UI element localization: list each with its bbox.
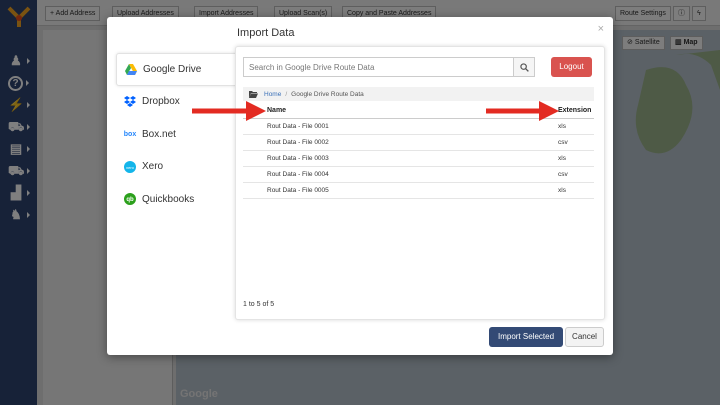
file-name: Rout Data - File 0003	[243, 150, 558, 167]
svg-text:qb: qb	[126, 197, 134, 203]
provider-label: Box.net	[142, 128, 176, 140]
folder-open-icon	[249, 90, 258, 98]
provider-label: Dropbox	[142, 96, 180, 108]
file-extension: xls	[558, 182, 594, 199]
search-input[interactable]	[243, 57, 513, 77]
provider-label: Xero	[142, 161, 164, 173]
close-icon[interactable]: ×	[598, 23, 604, 35]
import-data-modal: Import Data × Google Drive Dropbox box B…	[107, 17, 613, 355]
dropbox-icon	[124, 96, 136, 108]
modal-title: Import Data	[237, 27, 295, 39]
breadcrumb-current: Google Drive Route Data	[291, 90, 364, 98]
breadcrumb: Home / Google Drive Route Data	[243, 87, 594, 101]
provider-xero[interactable]: xero Xero	[116, 151, 238, 184]
provider-label: Google Drive	[143, 63, 202, 75]
search-icon	[519, 62, 529, 72]
table-row[interactable]: Rout Data - File 0003 xls	[243, 150, 594, 167]
file-extension: csv	[558, 134, 594, 151]
search-button[interactable]	[513, 57, 535, 77]
pagination-summary: 1 to 5 of 5	[243, 301, 275, 308]
extension-column-header[interactable]: Extension	[558, 104, 594, 119]
svg-text:xero: xero	[126, 165, 135, 170]
logout-button[interactable]: Logout	[551, 57, 592, 77]
file-extension: xls	[558, 118, 594, 135]
table-row[interactable]: Rout Data - File 0005 xls	[243, 182, 594, 199]
provider-box-net[interactable]: box Box.net	[116, 118, 238, 151]
file-browser-panel: Logout Home / Google Drive Route Data Na…	[235, 46, 605, 320]
file-extension: xls	[558, 150, 594, 167]
file-name: Rout Data - File 0002	[243, 134, 558, 151]
breadcrumb-home-link[interactable]: Home	[264, 91, 281, 98]
annotation-arrow-extension	[486, 101, 559, 121]
provider-label: Quickbooks	[142, 193, 195, 205]
provider-quickbooks[interactable]: qb Quickbooks	[116, 183, 238, 216]
file-name: Rout Data - File 0004	[243, 166, 558, 183]
annotation-arrow-name	[192, 101, 266, 121]
quickbooks-icon: qb	[124, 193, 136, 206]
file-name: Rout Data - File 0005	[243, 182, 558, 199]
provider-list: Google Drive Dropbox box Box.net xero Xe…	[116, 53, 238, 216]
import-selected-button[interactable]: Import Selected	[489, 327, 563, 347]
cancel-button[interactable]: Cancel	[565, 327, 604, 347]
breadcrumb-separator: /	[285, 90, 288, 98]
google-drive-icon	[125, 63, 137, 75]
provider-google-drive[interactable]: Google Drive	[116, 53, 238, 86]
box-icon: box	[123, 130, 137, 138]
table-row[interactable]: Rout Data - File 0004 csv	[243, 166, 594, 183]
file-extension: csv	[558, 166, 594, 183]
xero-icon: xero	[124, 160, 136, 173]
table-row[interactable]: Rout Data - File 0002 csv	[243, 134, 594, 151]
